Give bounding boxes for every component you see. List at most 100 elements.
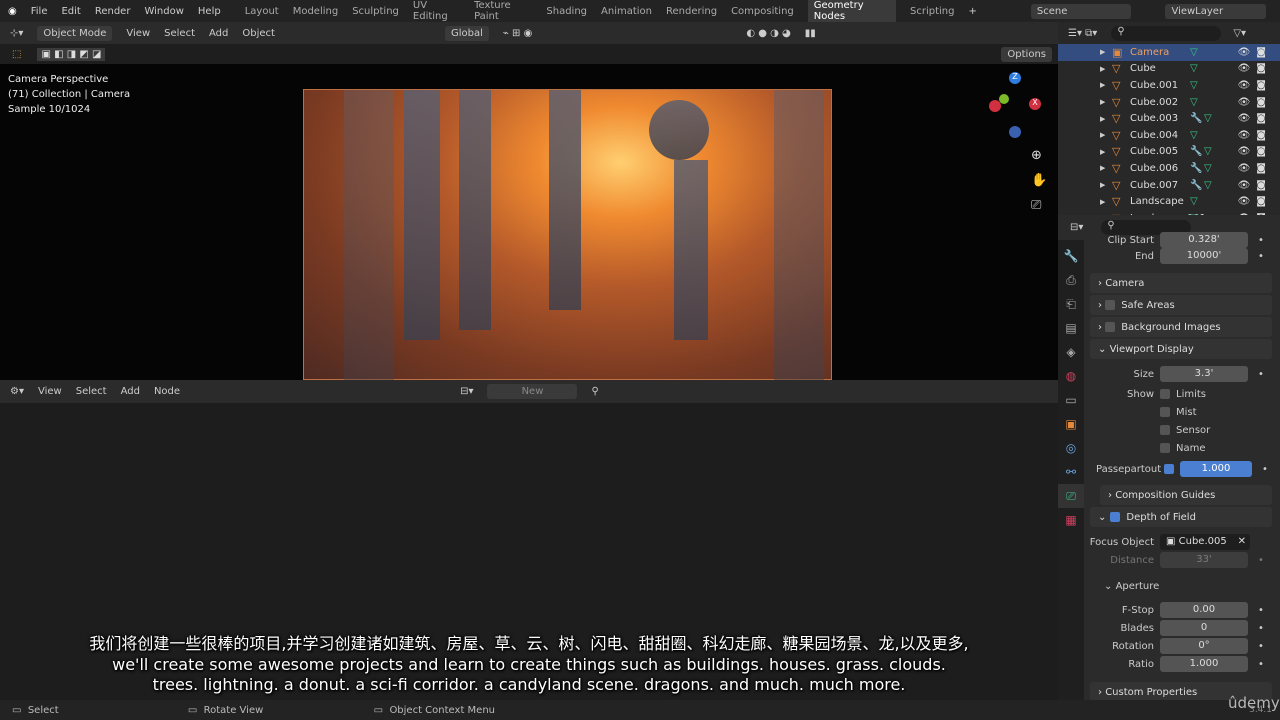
- tab-uv-editing[interactable]: UV Editing: [413, 0, 460, 22]
- outliner-item[interactable]: ▶ ▽ Cube.005 🔧 ▽ 👁◙: [1058, 144, 1280, 161]
- view-layer-selector[interactable]: ViewLayer: [1165, 3, 1267, 19]
- mesh-data-icon[interactable]: ▽: [1190, 130, 1204, 141]
- scene-selector[interactable]: Scene: [1030, 3, 1132, 19]
- mesh-data-icon[interactable]: ▽: [1204, 113, 1218, 124]
- tab-compositing[interactable]: Compositing: [731, 6, 794, 17]
- panel-composition-guides[interactable]: › Composition Guides: [1100, 485, 1272, 505]
- pause-icon[interactable]: ▮▮: [805, 28, 816, 39]
- camera-view-icon[interactable]: ⎚: [1031, 193, 1047, 218]
- camera-data-tab-icon[interactable]: ⎚: [1058, 484, 1084, 508]
- keyframe-dot[interactable]: •: [1258, 251, 1264, 262]
- navigation-gizmo[interactable]: Z X: [985, 72, 1045, 142]
- node-menu-add[interactable]: Add: [121, 386, 140, 397]
- collection-tab-icon[interactable]: ▭: [1058, 388, 1084, 412]
- view-layer-tab-icon[interactable]: ▤: [1058, 316, 1084, 340]
- shading-icons[interactable]: ◐ ● ◑ ◕: [746, 28, 790, 39]
- tab-sculpting[interactable]: Sculpting: [352, 6, 399, 17]
- mesh-data-icon[interactable]: ▽: [1204, 146, 1218, 157]
- expand-icon[interactable]: ▶: [1100, 164, 1112, 172]
- visibility-icons[interactable]: 👁◙: [1238, 130, 1272, 141]
- modifier-icon[interactable]: 🔧: [1190, 146, 1204, 157]
- display-mode-icon[interactable]: ☰▾ ⧉▾: [1068, 28, 1097, 39]
- outliner-item[interactable]: ▶ ▽ Cube.002 ▽ 👁◙: [1058, 94, 1280, 111]
- transform-orientation[interactable]: Global: [444, 25, 489, 41]
- tab-texture-paint[interactable]: Texture Paint: [474, 0, 532, 22]
- menu-help[interactable]: Help: [198, 6, 221, 17]
- expand-icon[interactable]: ▶: [1100, 48, 1112, 56]
- add-workspace-icon[interactable]: +: [968, 6, 976, 17]
- tab-modeling[interactable]: Modeling: [293, 6, 339, 17]
- outliner-item[interactable]: ▶ ▽ Cube.003 🔧 ▽ 👁◙: [1058, 110, 1280, 127]
- modifier-tab-icon[interactable]: ◎: [1058, 436, 1084, 460]
- passepartout-checkbox[interactable]: [1164, 464, 1174, 474]
- tab-shading[interactable]: Shading: [546, 6, 587, 17]
- mode-selector[interactable]: Object Mode: [37, 25, 113, 41]
- constraints-tab-icon[interactable]: ⚯: [1058, 460, 1084, 484]
- mesh-data-icon[interactable]: ▽: [1204, 180, 1218, 191]
- node-tree-icon[interactable]: ⊟▾: [460, 386, 473, 397]
- menu-edit[interactable]: Edit: [61, 6, 80, 17]
- object-tab-icon[interactable]: ▣: [1058, 412, 1084, 436]
- node-menu-select[interactable]: Select: [76, 386, 107, 397]
- distance-field[interactable]: 33': [1160, 552, 1248, 568]
- clear-icon[interactable]: ✕: [1238, 534, 1246, 550]
- visibility-icons[interactable]: 👁◙: [1238, 63, 1272, 74]
- options-button[interactable]: Options: [1001, 46, 1052, 62]
- outliner-item[interactable]: ▶ ▽ Landscape ▽ 👁◙: [1058, 193, 1280, 210]
- tab-layout[interactable]: Layout: [245, 6, 279, 17]
- menu-select[interactable]: Select: [164, 28, 195, 39]
- blades-field[interactable]: 0: [1160, 620, 1248, 636]
- snap-icon[interactable]: ⌁ ⊞ ◉: [503, 28, 532, 39]
- zoom-icon[interactable]: ⊕: [1031, 143, 1047, 168]
- texture-tab-icon[interactable]: ▦: [1058, 508, 1084, 532]
- clip-end-field[interactable]: 10000': [1160, 248, 1248, 264]
- pin-icon[interactable]: ⚲: [591, 386, 598, 397]
- menu-view[interactable]: View: [126, 28, 150, 39]
- node-menu-view[interactable]: View: [38, 386, 62, 397]
- visibility-icons[interactable]: 👁◙: [1238, 196, 1272, 207]
- menu-file[interactable]: File: [31, 6, 48, 17]
- editor-type-icon[interactable]: ⊹▾: [10, 28, 23, 39]
- menu-window[interactable]: Window: [144, 6, 183, 17]
- aperture-subpanel[interactable]: ⌄ Aperture: [1104, 577, 1280, 595]
- mesh-data-icon[interactable]: ▽: [1190, 63, 1204, 74]
- outliner-item[interactable]: ▶ ▽ Cube.001 ▽ 👁◙: [1058, 77, 1280, 94]
- menu-add[interactable]: Add: [209, 28, 228, 39]
- panel-camera[interactable]: › Camera: [1090, 273, 1272, 293]
- rotation-field[interactable]: 0°: [1160, 638, 1248, 654]
- visibility-icons[interactable]: 👁◙: [1238, 80, 1272, 91]
- passepartout-field[interactable]: 1.000: [1180, 461, 1252, 477]
- expand-icon[interactable]: ▶: [1100, 65, 1112, 73]
- scene-tab-icon[interactable]: ◈: [1058, 340, 1084, 364]
- modifier-icon[interactable]: 🔧: [1190, 180, 1204, 191]
- tool-tab-icon[interactable]: 🔧: [1058, 244, 1084, 268]
- outliner-item[interactable]: ▶ ▽ Cube.007 🔧 ▽ 👁◙: [1058, 177, 1280, 194]
- panel-background-images[interactable]: › Background Images: [1090, 317, 1272, 337]
- camera-data-icon[interactable]: ▽: [1190, 47, 1204, 58]
- world-tab-icon[interactable]: ◍: [1058, 364, 1084, 388]
- new-node-tree-button[interactable]: New: [487, 384, 578, 399]
- visibility-icons[interactable]: 👁◙: [1238, 97, 1272, 108]
- node-menu-node[interactable]: Node: [154, 386, 180, 397]
- clip-start-field[interactable]: 0.328': [1160, 232, 1248, 248]
- visibility-icons[interactable]: 👁◙: [1238, 47, 1272, 58]
- render-tab-icon[interactable]: ⎙: [1058, 268, 1084, 292]
- size-field[interactable]: 3.3': [1160, 366, 1248, 382]
- select-mode-icons[interactable]: ▣ ◧ ◨ ◩ ◪: [37, 47, 106, 61]
- expand-icon[interactable]: ▶: [1100, 131, 1112, 139]
- expand-icon[interactable]: ▶: [1100, 81, 1112, 89]
- visibility-icons[interactable]: 👁◙: [1238, 180, 1272, 191]
- tab-animation[interactable]: Animation: [601, 6, 652, 17]
- visibility-icons[interactable]: 👁◙: [1238, 146, 1272, 157]
- menu-object[interactable]: Object: [242, 28, 275, 39]
- modifier-icon[interactable]: 🔧: [1190, 163, 1204, 174]
- blender-logo-icon[interactable]: ◉: [8, 6, 17, 17]
- mesh-data-icon[interactable]: ▽: [1204, 163, 1218, 174]
- focus-object-field[interactable]: ▣ Cube.005 ✕: [1160, 534, 1250, 550]
- ratio-field[interactable]: 1.000: [1160, 656, 1248, 672]
- sensor-checkbox[interactable]: [1160, 425, 1170, 435]
- visibility-icons[interactable]: 👁◙: [1238, 163, 1272, 174]
- panel-viewport-display[interactable]: ⌄ Viewport Display: [1090, 339, 1272, 359]
- limits-checkbox[interactable]: [1160, 389, 1170, 399]
- outliner-item[interactable]: ▶ ▣ Camera ▽ 👁◙: [1058, 44, 1280, 61]
